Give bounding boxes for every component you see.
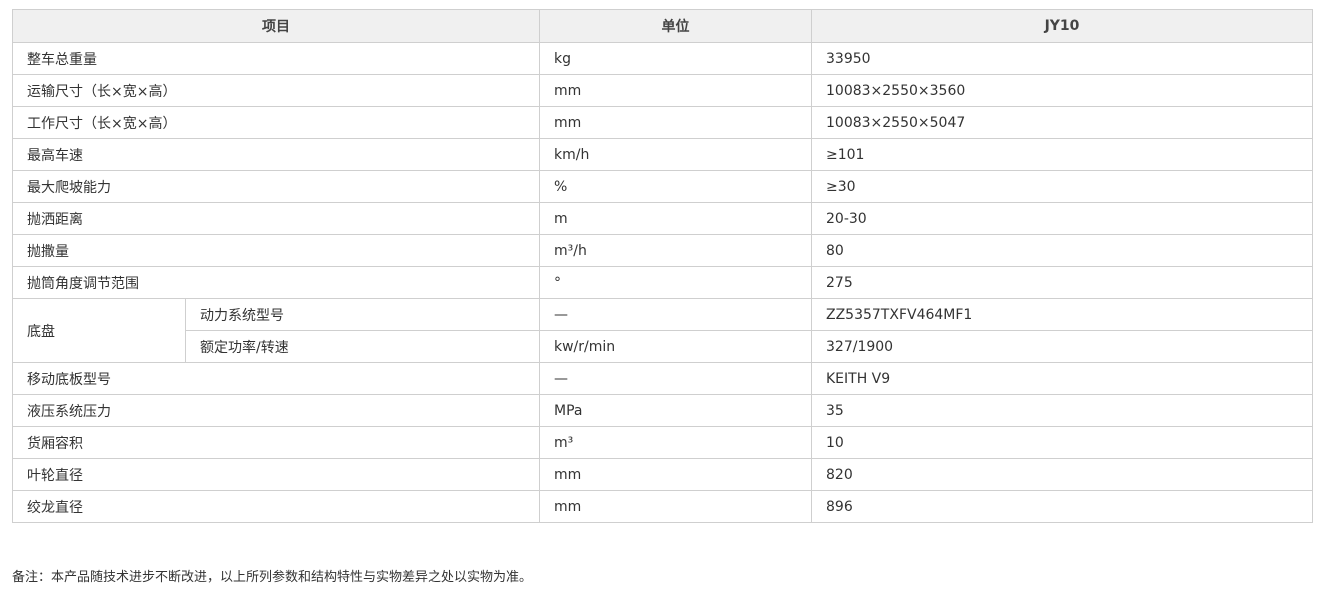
table-row: 整车总重量 kg 33950: [12, 42, 1313, 75]
table-row: 最高车速 km/h ≥101: [12, 138, 1313, 171]
row-unit: mm: [539, 458, 812, 491]
row-value: 35: [811, 394, 1313, 427]
row-unit: —: [539, 362, 812, 395]
table-row: 货厢容积 m³ 10: [12, 426, 1313, 459]
row-item: 最高车速: [12, 138, 540, 171]
header-model: JY10: [811, 9, 1313, 43]
row-item: 整车总重量: [12, 42, 540, 75]
table-row: 绞龙直径 mm 896: [12, 490, 1313, 523]
row-item: 液压系统压力: [12, 394, 540, 427]
row-unit: m³: [539, 426, 812, 459]
row-item: 抛筒角度调节范围: [12, 266, 540, 299]
table-row: 移动底板型号 — KEITH V9: [12, 362, 1313, 395]
row-item: 运输尺寸（长×宽×高）: [12, 74, 540, 107]
row-unit: kw/r/min: [539, 330, 812, 363]
row-value: ≥30: [811, 170, 1313, 203]
row-value: 10: [811, 426, 1313, 459]
row-unit: m³/h: [539, 234, 812, 267]
row-item: 抛洒距离: [12, 202, 540, 235]
row-unit: m: [539, 202, 812, 235]
row-item: 最大爬坡能力: [12, 170, 540, 203]
row-unit: mm: [539, 74, 812, 107]
row-subitem: 额定功率/转速: [185, 330, 540, 363]
table-row: 叶轮直径 mm 820: [12, 458, 1313, 491]
table-row: 液压系统压力 MPa 35: [12, 394, 1313, 427]
spec-table: 项目 单位 JY10 整车总重量 kg 33950 运输尺寸（长×宽×高） mm…: [12, 9, 1313, 523]
row-unit: °: [539, 266, 812, 299]
row-item: 工作尺寸（长×宽×高）: [12, 106, 540, 139]
row-value: 896: [811, 490, 1313, 523]
table-row: 抛筒角度调节范围 ° 275: [12, 266, 1313, 299]
table-row-chassis: 底盘 动力系统型号 — ZZ5357TXFV464MF1: [12, 298, 1313, 363]
row-item: 绞龙直径: [12, 490, 540, 523]
row-value: ≥101: [811, 138, 1313, 171]
row-unit: MPa: [539, 394, 812, 427]
footnote: 备注：本产品随技术进步不断改进，以上所列参数和结构特性与实物差异之处以实物为准。: [12, 570, 533, 585]
row-value: 33950: [811, 42, 1313, 75]
row-unit: km/h: [539, 138, 812, 171]
table-row: 运输尺寸（长×宽×高） mm 10083×2550×3560: [12, 74, 1313, 107]
row-value: 80: [811, 234, 1313, 267]
row-unit: kg: [539, 42, 812, 75]
table-row: 最大爬坡能力 % ≥30: [12, 170, 1313, 203]
row-unit: mm: [539, 106, 812, 139]
row-item: 货厢容积: [12, 426, 540, 459]
header-item: 项目: [12, 9, 540, 43]
row-value: 820: [811, 458, 1313, 491]
row-item: 移动底板型号: [12, 362, 540, 395]
chassis-label: 底盘: [12, 298, 186, 363]
table-row: 抛洒距离 m 20-30: [12, 202, 1313, 235]
table-row: 工作尺寸（长×宽×高） mm 10083×2550×5047: [12, 106, 1313, 139]
row-value: 20-30: [811, 202, 1313, 235]
row-value: 327/1900: [811, 330, 1313, 363]
row-value: 10083×2550×5047: [811, 106, 1313, 139]
row-item: 叶轮直径: [12, 458, 540, 491]
table-row: 抛撒量 m³/h 80: [12, 234, 1313, 267]
row-unit: %: [539, 170, 812, 203]
row-subitem: 动力系统型号: [185, 298, 540, 331]
row-unit: —: [539, 298, 812, 331]
row-unit: mm: [539, 490, 812, 523]
row-item: 抛撒量: [12, 234, 540, 267]
row-value: 10083×2550×3560: [811, 74, 1313, 107]
row-value: 275: [811, 266, 1313, 299]
table-header-row: 项目 单位 JY10: [12, 9, 1313, 43]
row-value: ZZ5357TXFV464MF1: [811, 298, 1313, 331]
row-value: KEITH V9: [811, 362, 1313, 395]
table-row-chassis: 额定功率/转速 kw/r/min 327/1900: [13, 330, 1313, 363]
header-unit: 单位: [539, 9, 812, 43]
